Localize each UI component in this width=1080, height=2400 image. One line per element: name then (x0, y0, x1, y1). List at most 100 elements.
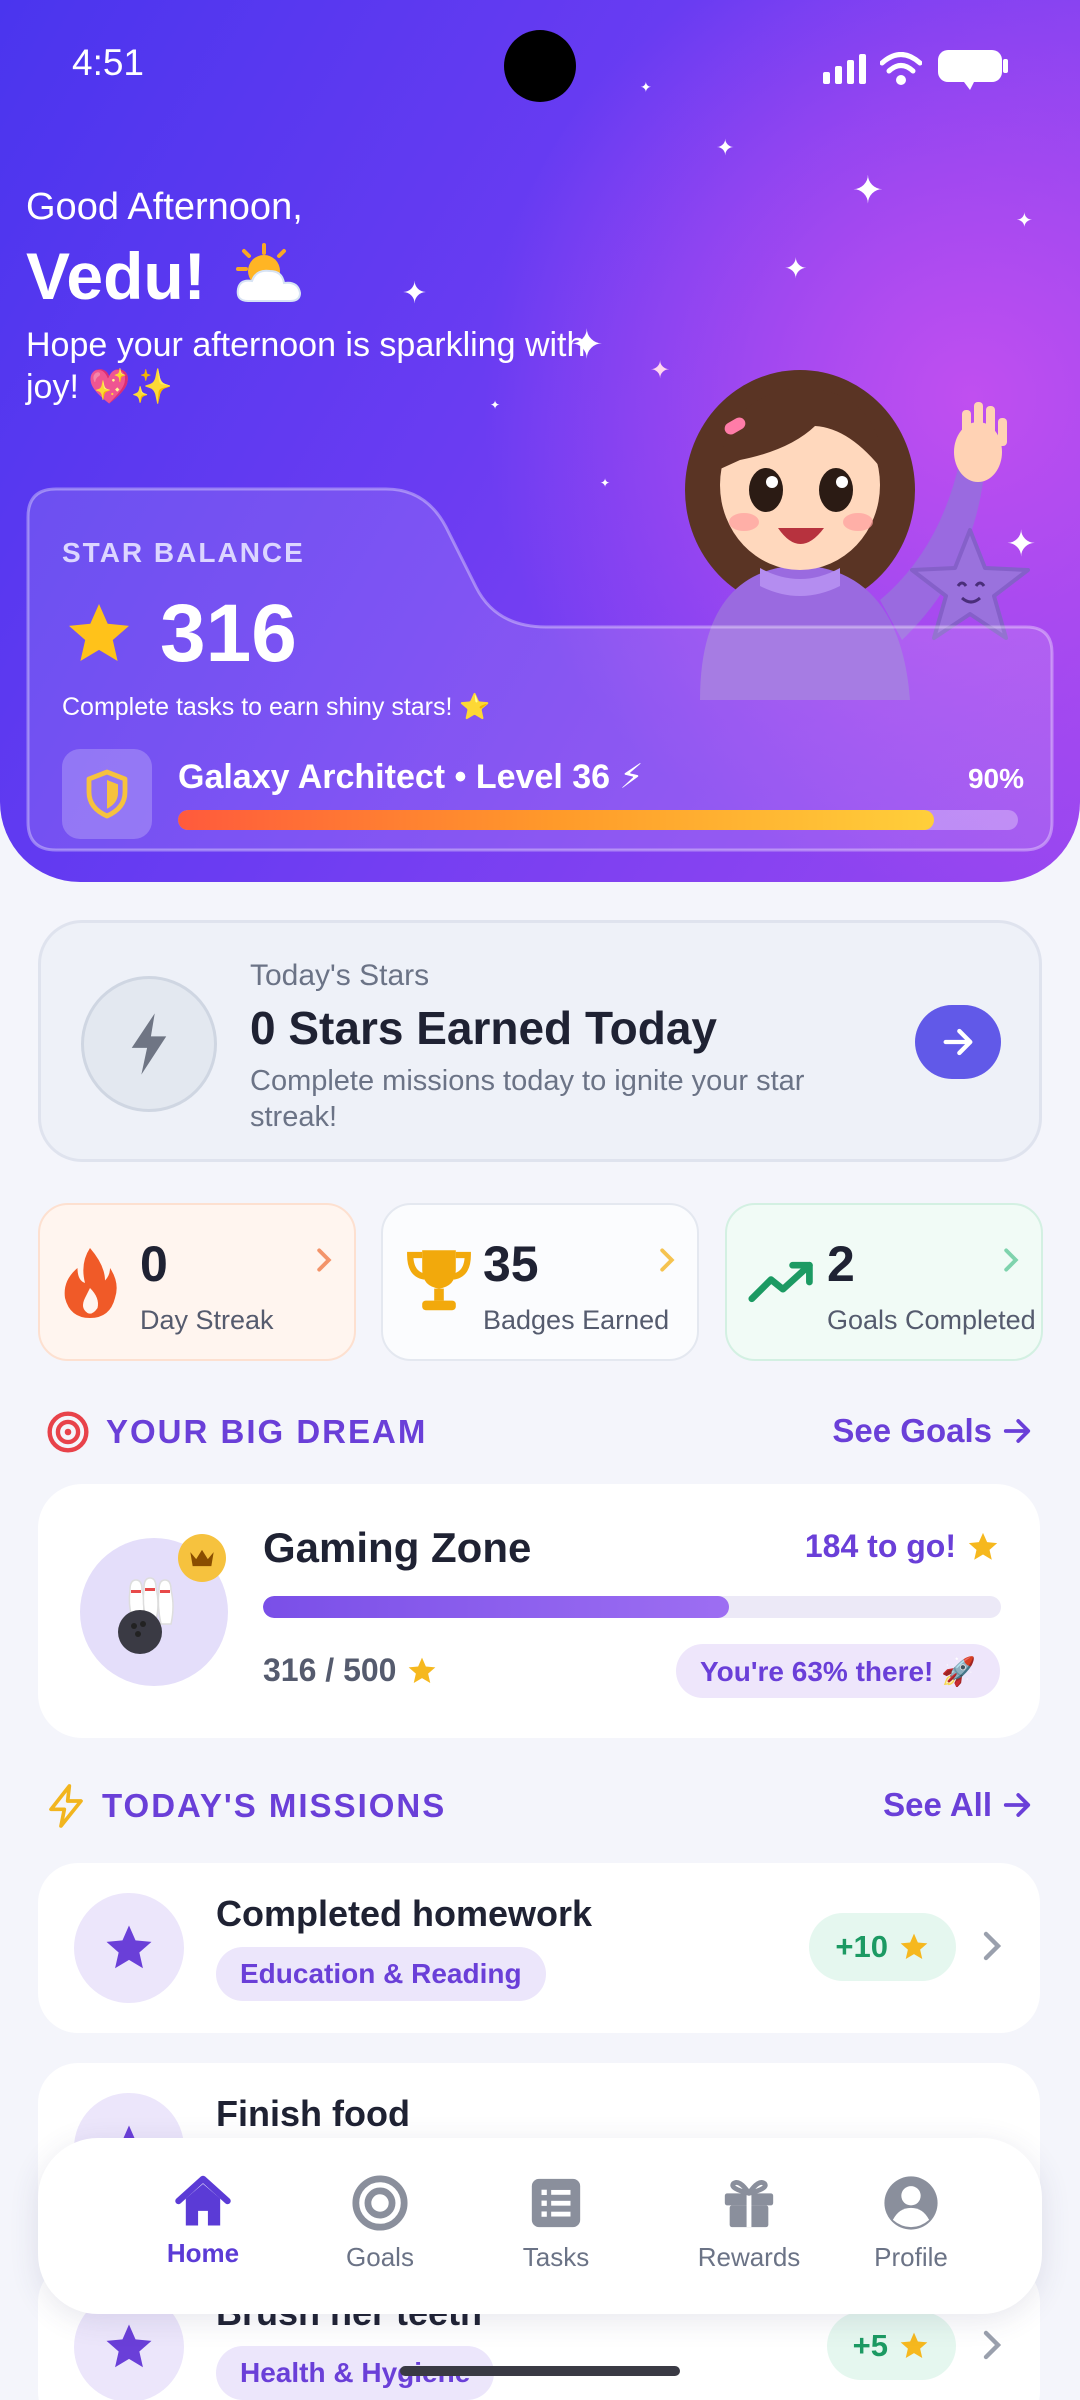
sparkle-icon: ✦ (716, 136, 735, 161)
user-name: Vedu! (26, 238, 310, 314)
nav-profile-label: Profile (874, 2242, 948, 2272)
today-label: Today's Stars (250, 959, 430, 992)
greeting-text: Good Afternoon, (26, 186, 303, 228)
hero-header: ✦ ✦ ✦ ✦ ✦ ✦ ✦ ✦ ✦ ✦ ✦ 4:51 Good Afternoo… (0, 0, 1080, 882)
see-goals-label: See Goals (832, 1412, 992, 1449)
shield-icon (86, 769, 128, 819)
chevron-right-icon (983, 1931, 1002, 1961)
signal-icon (823, 54, 866, 84)
dream-progress-fill (263, 1596, 730, 1618)
sparkle-icon: ✦ (784, 252, 808, 285)
user-icon (884, 2176, 938, 2230)
mission-category-tag: Education & Reading (216, 1947, 546, 2001)
see-all-label: See All (883, 1786, 992, 1823)
target-icon (47, 1411, 89, 1453)
list-icon (531, 2178, 581, 2228)
star-icon (900, 1933, 928, 1959)
today-title: 0 Stars Earned Today (250, 1002, 717, 1054)
dream-progress-bar (263, 1596, 1001, 1618)
trending-up-icon (748, 1261, 813, 1303)
dream-section-header: YOUR BIG DREAM (46, 1410, 427, 1454)
level-progress-fill (178, 810, 934, 830)
nav-profile[interactable]: Profile (836, 2174, 986, 2273)
nav-rewards-label: Rewards (697, 2242, 801, 2272)
gift-icon (724, 2180, 774, 2228)
nav-rewards[interactable]: Rewards (674, 2174, 824, 2273)
status-icons (823, 46, 1010, 92)
sparkle-icon: ✦ (852, 168, 884, 212)
star-balance-value: 316 (62, 587, 297, 681)
dream-to-go-text: 184 to go! (804, 1528, 956, 1564)
trophy-icon (407, 1250, 471, 1311)
crown-badge (178, 1534, 226, 1582)
dream-section-title: YOUR BIG DREAM (106, 1413, 428, 1450)
chevron-right-icon (317, 1248, 332, 1272)
today-description: Complete missions today to ignite your s… (250, 1065, 805, 1133)
star-balance-card[interactable]: STAR BALANCE 316 Complete tasks to earn … (26, 487, 1054, 852)
mission-title: Completed homework (216, 1893, 593, 1934)
mission-item[interactable]: Completed homework Education & Reading +… (38, 1863, 1040, 2033)
see-all-link[interactable]: See All (883, 1786, 1032, 1824)
nav-home-label: Home (166, 2238, 240, 2268)
today-arrow-button[interactable] (915, 1005, 1001, 1079)
chevron-right-icon (983, 2330, 1002, 2360)
dream-title: Gaming Zone (263, 1524, 532, 1571)
level-percent: 90% (967, 763, 1024, 794)
star-icon (968, 1532, 998, 1560)
todays-stars-card[interactable]: Today's Stars 0 Stars Earned Today Compl… (38, 920, 1042, 1162)
arrow-right-icon (943, 1028, 973, 1056)
stat-label: Badges Earned (483, 1305, 670, 1335)
nav-tasks[interactable]: Tasks (481, 2174, 631, 2273)
stat-value: 35 (483, 1236, 539, 1292)
greeting-subtitle: Hope your afternoon is sparkling with jo… (26, 326, 586, 406)
lightning-icon (49, 1784, 83, 1828)
dream-percent-pill: You're 63% there! 🚀 (676, 1644, 1000, 1698)
arrow-right-icon (1003, 1419, 1031, 1443)
level-progress-bar (178, 810, 1018, 830)
star-icon (106, 1925, 152, 1969)
missions-section-header: TODAY'S MISSIONS (46, 1784, 446, 1828)
level-badge (62, 749, 152, 839)
stat-value: 2 (827, 1236, 855, 1292)
chevron-right-icon (660, 1248, 675, 1272)
stat-card-day-streak[interactable]: 0 Day Streak (38, 1203, 356, 1361)
target-icon (352, 2175, 408, 2231)
star-balance-hint: Complete tasks to earn shiny stars! ⭐ (62, 693, 491, 721)
nav-tasks-label: Tasks (522, 2242, 590, 2272)
star-icon (900, 2332, 928, 2358)
lightning-icon (131, 1013, 167, 1075)
mission-points: +10 (835, 1929, 888, 1964)
chevron-right-icon (1004, 1248, 1019, 1272)
mission-points-badge: +10 (809, 1913, 956, 1981)
big-dream-card[interactable]: Gaming Zone 184 to go! 316 / 500 You're … (38, 1484, 1040, 1738)
star-balance-number: 316 (160, 588, 297, 679)
sparkle-icon: ✦ (1016, 208, 1033, 232)
bottom-navigation: Home Goals Tasks Rewards Profile (38, 2138, 1042, 2314)
status-bar: 4:51 (0, 0, 1080, 130)
nav-goals[interactable]: Goals (305, 2174, 455, 2273)
see-goals-link[interactable]: See Goals (832, 1412, 1032, 1450)
stat-value: 0 (140, 1236, 168, 1292)
crown-icon (190, 1549, 214, 1567)
today-icon-circle (81, 976, 217, 1112)
level-title: Galaxy Architect • Level 36 ⚡ (178, 758, 644, 796)
dream-progress-text: 316 / 500 (263, 1652, 397, 1688)
mission-icon-circle (74, 1893, 184, 2003)
star-icon (409, 1657, 436, 1683)
stat-card-badges[interactable]: 35 Badges Earned (381, 1203, 699, 1361)
star-icon (69, 604, 129, 661)
sparkle-icon: ✦ (402, 276, 428, 311)
arrow-right-icon (1003, 1793, 1031, 1817)
nav-home[interactable]: Home (128, 2174, 278, 2269)
sun-cloud-icon (235, 243, 301, 302)
wifi-icon (880, 52, 922, 85)
mission-points-badge: +5 (826, 2312, 956, 2380)
home-indicator[interactable] (400, 2366, 680, 2376)
nav-goals-label: Goals (346, 2242, 414, 2272)
battery-icon (938, 50, 1008, 90)
dream-progress: 316 / 500 (263, 1652, 438, 1689)
home-icon (175, 2175, 231, 2226)
stat-card-goals-completed[interactable]: 2 Goals Completed (725, 1203, 1043, 1361)
star-icon (106, 2324, 152, 2368)
status-time: 4:51 (72, 42, 145, 83)
